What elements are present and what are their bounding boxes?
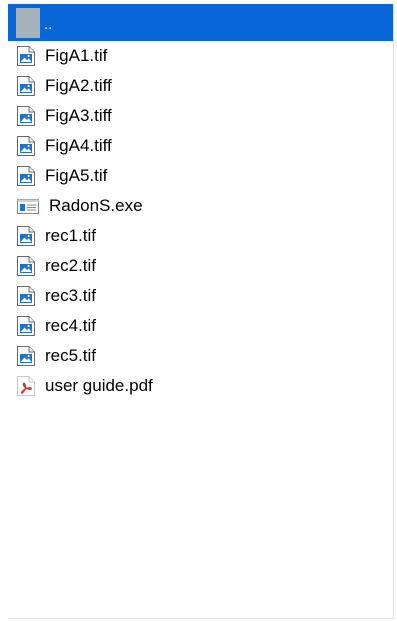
image-file-icon [16,165,36,187]
list-item-parent-directory[interactable]: .. [8,4,393,41]
list-item-label: rec3.tif [45,286,97,305]
list-item-label: rec2.tif [45,256,97,275]
list-item-label: FigA5.tif [45,166,108,185]
list-item-file[interactable]: RadonS.exe [8,191,393,221]
image-file-icon [16,105,36,127]
list-item-file[interactable]: FigA4.tiff [8,131,393,161]
list-item-file[interactable]: FigA2.tiff [8,71,393,101]
list-item-file[interactable]: rec5.tif [8,341,393,371]
list-item-label: FigA1.tif [45,46,108,65]
list-item-label: FigA4.tiff [45,136,112,155]
list-item-label: rec1.tif [45,226,97,245]
image-file-icon [16,255,36,277]
list-item-file[interactable]: rec4.tif [8,311,393,341]
list-item-label: FigA2.tiff [45,76,112,95]
list-item-label: rec5.tif [45,346,97,365]
pdf-file-icon [16,375,36,397]
list-item-file[interactable]: FigA3.tiff [8,101,393,131]
list-item-label: user guide.pdf [45,376,153,395]
list-item-label: .. [44,15,53,33]
image-file-icon [16,345,36,367]
list-item-file[interactable]: FigA1.tif [8,41,393,71]
image-file-icon [16,75,36,97]
file-list-panel: .. FigA1.tif FigA2.tiff FigA3.tiff FigA4 [8,4,394,619]
image-file-icon [16,45,36,67]
image-file-icon [16,285,36,307]
list-item-file[interactable]: rec2.tif [8,251,393,281]
list-item-file[interactable]: rec1.tif [8,221,393,251]
list-item-label: RadonS.exe [49,196,143,215]
file-list: .. FigA1.tif FigA2.tiff FigA3.tiff FigA4 [8,4,393,401]
list-item-file[interactable]: FigA5.tif [8,161,393,191]
list-item-file[interactable]: rec3.tif [8,281,393,311]
executable-file-icon [16,195,40,217]
image-file-icon [16,225,36,247]
folder-up-icon [16,7,40,38]
list-item-label: FigA3.tiff [45,106,112,125]
list-item-file[interactable]: user guide.pdf [8,371,393,401]
image-file-icon [16,135,36,157]
list-item-label: rec4.tif [45,316,97,335]
image-file-icon [16,315,36,337]
